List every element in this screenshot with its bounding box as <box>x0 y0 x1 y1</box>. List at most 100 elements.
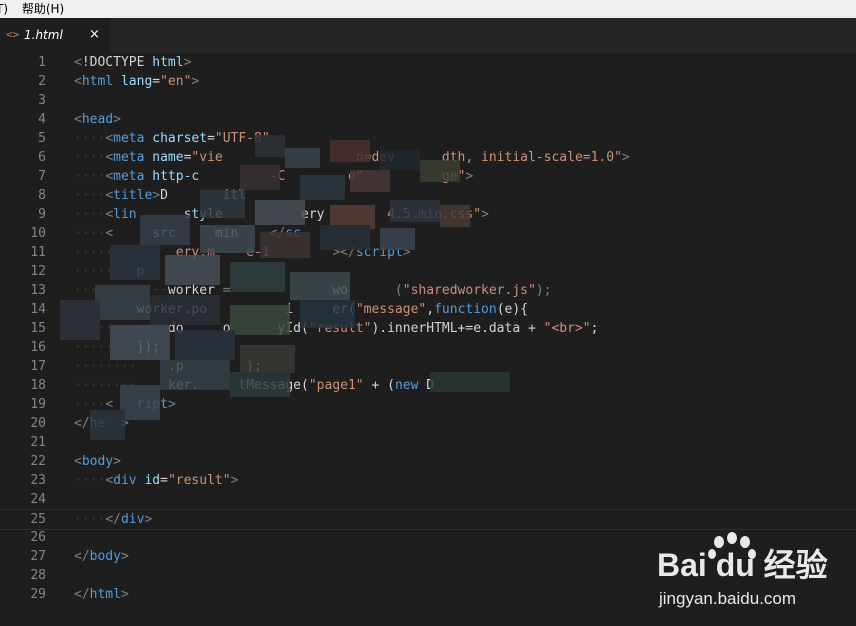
code-line[interactable]: 24 <box>0 490 856 509</box>
code-token: he <box>89 416 106 431</box>
code-line[interactable]: 27 </body> <box>0 547 856 566</box>
code-token: </ <box>74 587 90 602</box>
code-line[interactable]: 12 ········p <box>0 262 856 281</box>
code-line[interactable]: 7 ····<meta http-c -C e" ge"> <box>0 167 856 186</box>
line-code: ········ .p ); <box>74 357 262 376</box>
code-token: tMessage( <box>238 378 309 393</box>
line-number: 6 <box>38 150 46 165</box>
code-token: > <box>120 587 129 602</box>
code-token: < <box>105 207 114 222</box>
code-token: "message" <box>355 302 427 317</box>
code-line[interactable]: 29 </html> <box>0 585 856 604</box>
code-token: ···· <box>74 207 106 222</box>
line-number: 26 <box>30 530 46 545</box>
line-number: 25 <box>30 512 46 527</box>
code-token: script <box>355 245 403 260</box>
code-editor[interactable]: 1 <!DOCTYPE html> 2 <html lang="en"> 3 4 <head… <box>0 53 856 626</box>
close-icon[interactable]: × <box>89 27 100 42</box>
menu-item-help[interactable]: 帮助(H) <box>22 0 64 18</box>
code-token: > <box>113 112 121 127</box>
code-line[interactable]: 9 ····<lin style ery 4.5.min.css"> <box>0 205 856 224</box>
code-token: lang <box>120 74 153 89</box>
code-line[interactable]: 4 <head> <box>0 110 856 129</box>
code-token: > <box>621 150 630 165</box>
code-line[interactable]: 26 <box>0 528 856 547</box>
code-line[interactable]: 22 <body> <box>0 452 856 471</box>
code-line[interactable]: 16 ········}); <box>0 338 856 357</box>
code-line[interactable]: 23 ····<div id="result"> <box>0 471 856 490</box>
code-line[interactable]: 18 ········ ker. tMessage("page1" + (new … <box>0 376 856 395</box>
code-token: > <box>481 207 489 222</box>
code-token: ); <box>535 283 552 298</box>
line-code: </he > <box>74 414 129 433</box>
code-line[interactable]: 28 <box>0 566 856 585</box>
code-token: worker <box>167 283 215 298</box>
code-token: < <box>74 454 82 469</box>
line-code: ········p <box>74 262 144 281</box>
line-number: 11 <box>30 245 46 260</box>
code-token: </ <box>269 226 286 241</box>
line-number: 3 <box>38 93 46 108</box>
code-token: -C e" <box>269 169 364 184</box>
menu-item-tools[interactable]: T) <box>0 0 8 18</box>
line-code: ····<div id="result"> <box>74 471 238 490</box>
line-number: 20 <box>30 416 46 431</box>
line-code: </body> <box>74 547 129 566</box>
code-token: ></ <box>332 245 356 260</box>
line-code: <!DOCTYPE html> <box>74 53 191 72</box>
code-line[interactable]: 6 ····<meta name="vie n=dev dth, initial-… <box>0 148 856 167</box>
code-token: > <box>113 454 121 469</box>
code-line[interactable]: 20 </he > <box>0 414 856 433</box>
line-number: 22 <box>30 454 46 469</box>
code-line[interactable]: 8 ····<title>D itl <box>0 186 856 205</box>
code-line[interactable]: 21 <box>0 433 856 452</box>
line-number: 9 <box>38 207 46 222</box>
line-code: ····<lin style ery 4.5.min.css"> <box>74 205 489 224</box>
code-token: title <box>113 188 153 203</box>
code-token: ···· <box>74 473 106 488</box>
code-token: p <box>136 264 145 279</box>
code-token: ); <box>246 359 262 374</box>
line-code: ····<meta name="vie n=dev dth, initial-s… <box>74 148 630 167</box>
code-token: id <box>144 473 161 488</box>
code-token: ker. <box>167 378 200 393</box>
line-code: ····< src min </sc <box>74 224 301 243</box>
code-token: ········ <box>74 359 137 374</box>
code-token: i <box>285 302 294 317</box>
code-line[interactable]: 25 ····</div> <box>0 509 856 530</box>
code-line[interactable]: 15 ············do o yId("result").innerHT… <box>0 319 856 338</box>
editor-tab-1-html[interactable]: <> 1.html × <box>0 18 110 53</box>
code-line[interactable]: 13 ············worker = wo ("sharedworker… <box>0 281 856 300</box>
code-token: = <box>207 131 215 146</box>
code-token: ···· <box>74 150 106 165</box>
code-line[interactable]: 3 <box>0 91 856 110</box>
code-line[interactable]: 2 <html lang="en"> <box>0 72 856 91</box>
line-number: 1 <box>38 55 46 70</box>
code-line[interactable]: 11 ········ ery.m e-1 ></script> <box>0 243 856 262</box>
code-line[interactable]: 1 <!DOCTYPE html> <box>0 53 856 72</box>
code-token: < <box>105 169 114 184</box>
code-token: </ <box>74 416 90 431</box>
code-token: "result" <box>167 473 231 488</box>
menu-bar: T) 帮助(H) <box>0 0 856 18</box>
code-token: worker.po <box>136 302 208 317</box>
code-line[interactable]: 10 ····< src min </sc <box>0 224 856 243</box>
code-token: meta <box>113 169 145 184</box>
code-line[interactable]: 19 ····< ript> <box>0 395 856 414</box>
code-token: do <box>167 321 184 336</box>
code-line[interactable]: 5 ····<meta charset="UTF-8" <box>0 129 856 148</box>
code-token: er( <box>332 302 356 317</box>
code-token: = <box>160 473 168 488</box>
code-line[interactable]: 14 ········worker.po i er("message",funct… <box>0 300 856 319</box>
code-token: body <box>89 549 121 564</box>
code-line[interactable]: 17 ········ .p ); <box>0 357 856 376</box>
